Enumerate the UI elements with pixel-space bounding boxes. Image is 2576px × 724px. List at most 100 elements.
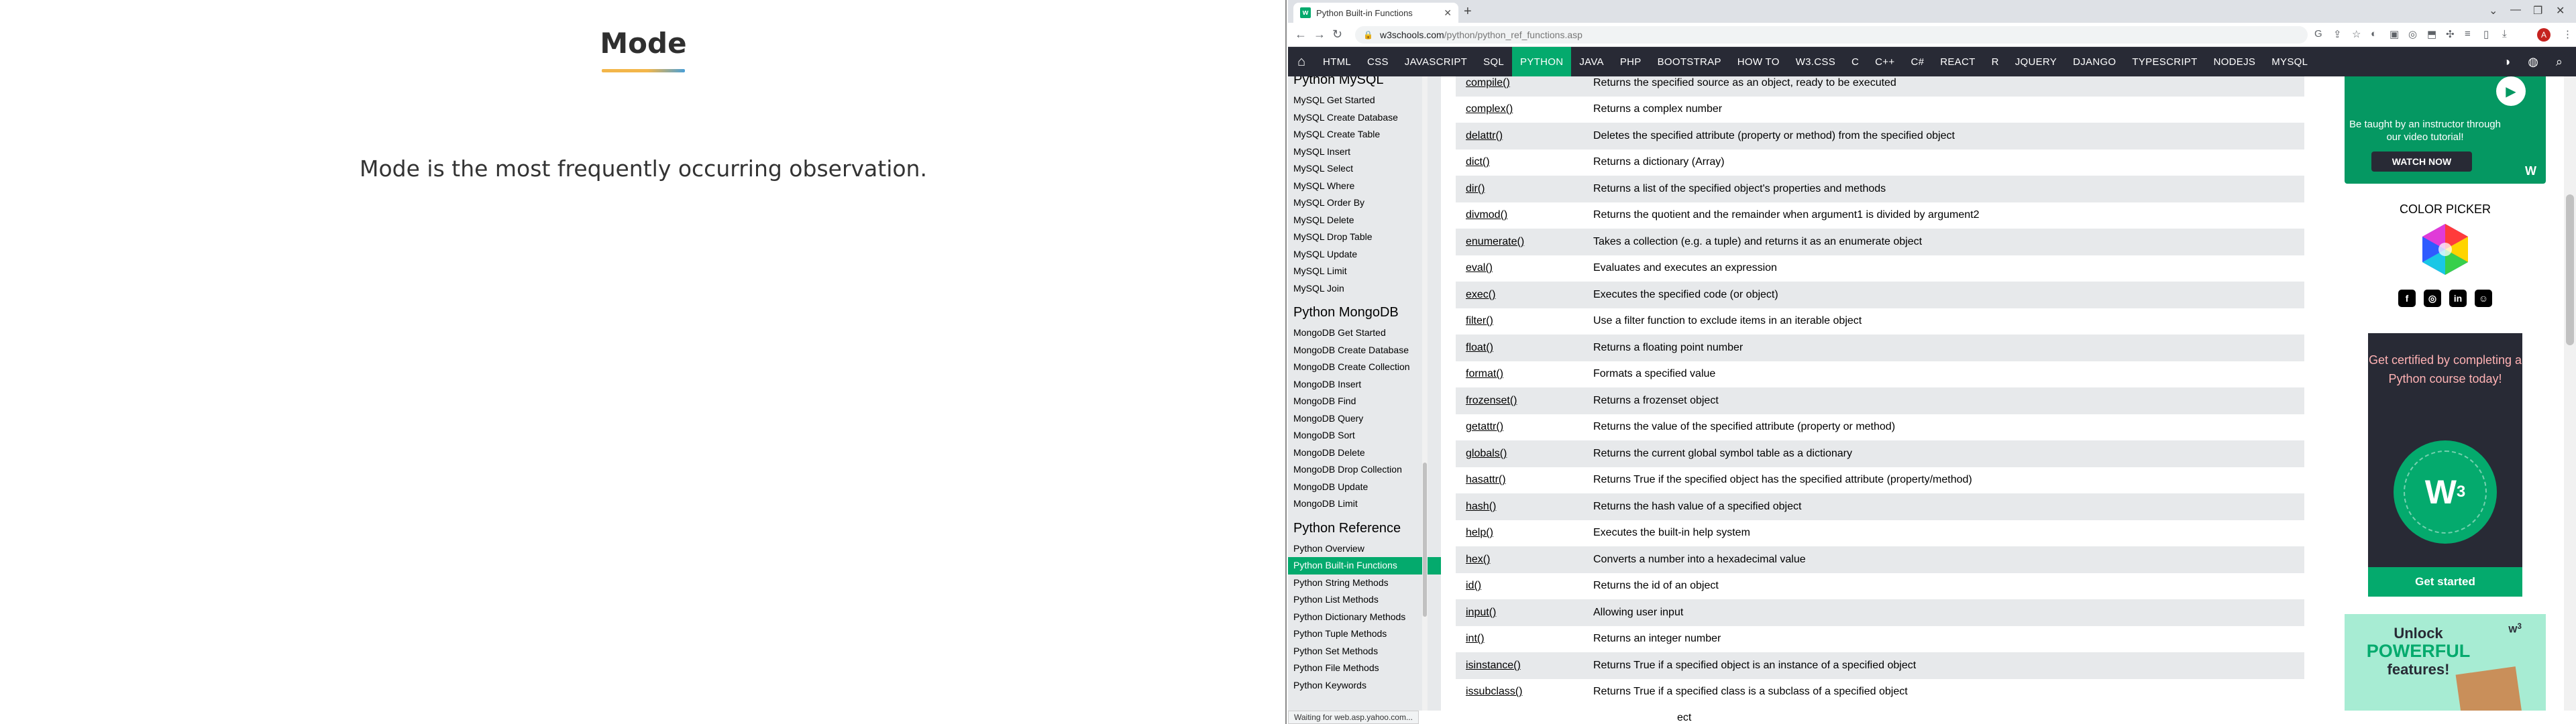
forward-icon[interactable]: →	[1313, 27, 1326, 42]
sidebar-item-mongodb-delete[interactable]: MongoDB Delete	[1288, 444, 1441, 462]
sidebar-item-python-string-methods[interactable]: Python String Methods	[1288, 575, 1441, 592]
nav-item-django[interactable]: DJANGO	[2065, 47, 2124, 76]
sidebar-item-mysql-insert[interactable]: MySQL Insert	[1288, 143, 1441, 161]
home-icon[interactable]: ⌂	[1288, 54, 1315, 70]
nav-item-sql[interactable]: SQL	[1475, 47, 1512, 76]
search-icon[interactable]: ⌕	[2556, 55, 2563, 69]
sidebar-item-python-tuple-methods[interactable]: Python Tuple Methods	[1288, 625, 1441, 643]
menu-list-icon[interactable]: ≡	[2465, 28, 2471, 40]
nav-item-php[interactable]: PHP	[1612, 47, 1650, 76]
back-icon[interactable]: ←	[1295, 27, 1307, 42]
function-link[interactable]: isinstance()	[1456, 652, 1583, 679]
sidebar-item-mongodb-create-database[interactable]: MongoDB Create Database	[1288, 342, 1441, 359]
function-link[interactable]: help()	[1456, 520, 1583, 546]
nav-item-r[interactable]: R	[1984, 47, 2007, 76]
maximize-icon[interactable]: ❐	[2533, 4, 2542, 17]
sidebar-item-mongodb-create-collection[interactable]: MongoDB Create Collection	[1288, 359, 1441, 376]
google-icon[interactable]: G	[2314, 28, 2322, 40]
function-link[interactable]: frozenset()	[1456, 387, 1583, 414]
function-link[interactable]: complex()	[1456, 96, 1583, 123]
dark-mode-icon[interactable]: ◑	[2503, 55, 2510, 69]
sidebar-item-python-set-methods[interactable]: Python Set Methods	[1288, 643, 1441, 660]
sidebar-item-mysql-create-table[interactable]: MySQL Create Table	[1288, 126, 1441, 143]
share-icon[interactable]: ⇪	[2333, 28, 2342, 40]
sidebar-item-python-file-methods[interactable]: Python File Methods	[1288, 660, 1441, 677]
nav-item-css[interactable]: CSS	[1359, 47, 1397, 76]
kebab-menu-icon[interactable]: ⋮	[2563, 28, 2573, 40]
page-scroll-thumb[interactable]	[2566, 194, 2574, 345]
function-link[interactable]: delattr()	[1456, 123, 1583, 149]
star-icon[interactable]: ☆	[2352, 28, 2361, 40]
sidebar-item-mysql-create-database[interactable]: MySQL Create Database	[1288, 109, 1441, 127]
function-link[interactable]: dict()	[1456, 149, 1583, 176]
extension-icon[interactable]: ⬒	[2427, 28, 2436, 40]
sidebar-scroll-thumb[interactable]	[1423, 463, 1427, 617]
sidebar-item-mongodb-update[interactable]: MongoDB Update	[1288, 479, 1441, 496]
function-link[interactable]: divmod()	[1456, 202, 1583, 229]
window-close-icon[interactable]: ✕	[2556, 4, 2565, 17]
unlock-features-ad[interactable]: Unlock POWERFUL features! W3	[2345, 614, 2546, 711]
color-picker-icon[interactable]	[2418, 223, 2472, 276]
nav-item-c-[interactable]: C++	[1867, 47, 1902, 76]
sidebar-item-mysql-drop-table[interactable]: MySQL Drop Table	[1288, 229, 1441, 246]
nav-item-c[interactable]: C	[1843, 47, 1867, 76]
nav-item-how-to[interactable]: HOW TO	[1729, 47, 1788, 76]
nav-item-mysql[interactable]: MYSQL	[2263, 47, 2316, 76]
function-link[interactable]: int()	[1456, 625, 1583, 652]
extension-icon[interactable]: ◐	[2371, 28, 2377, 40]
tab-close-icon[interactable]: ✕	[1444, 7, 1452, 19]
nav-item-react[interactable]: REACT	[1932, 47, 1983, 76]
sidebar-item-mongodb-drop-collection[interactable]: MongoDB Drop Collection	[1288, 461, 1441, 479]
page-scrollbar[interactable]	[2564, 76, 2576, 711]
sidepanel-icon[interactable]: ▯	[2483, 28, 2489, 40]
profile-avatar[interactable]: A	[2537, 28, 2551, 42]
function-link[interactable]: eval()	[1456, 255, 1583, 282]
new-tab-icon[interactable]: +	[1464, 4, 1472, 19]
facebook-icon[interactable]: f	[2398, 290, 2416, 307]
function-link[interactable]: id()	[1456, 572, 1583, 599]
nav-item-w3-css[interactable]: W3.CSS	[1788, 47, 1843, 76]
sidebar-item-mysql-select[interactable]: MySQL Select	[1288, 160, 1441, 178]
function-link[interactable]: input()	[1456, 599, 1583, 626]
sidebar-item-python-dictionary-methods[interactable]: Python Dictionary Methods	[1288, 609, 1441, 626]
sidebar-item-mysql-delete[interactable]: MySQL Delete	[1288, 212, 1441, 229]
nav-item-javascript[interactable]: JAVASCRIPT	[1397, 47, 1475, 76]
nav-item-nodejs[interactable]: NODEJS	[2206, 47, 2264, 76]
function-link[interactable]: hasattr()	[1456, 467, 1583, 493]
function-link[interactable]: hash()	[1456, 493, 1583, 520]
function-link[interactable]: dir()	[1456, 176, 1583, 202]
browser-tab[interactable]: w Python Built-in Functions ✕	[1293, 3, 1458, 23]
sidebar-item-mongodb-sort[interactable]: MongoDB Sort	[1288, 427, 1441, 444]
play-icon[interactable]: ▶	[2496, 76, 2526, 106]
sidebar-item-mysql-get-started[interactable]: MySQL Get Started	[1288, 92, 1441, 109]
discord-icon[interactable]: ☺	[2475, 290, 2492, 307]
linkedin-icon[interactable]: in	[2449, 290, 2467, 307]
certification-ad[interactable]: Get certified by completing a Python cou…	[2368, 333, 2522, 597]
reload-icon[interactable]: ↻	[1332, 27, 1342, 42]
function-link[interactable]: enumerate()	[1456, 229, 1583, 255]
sidebar-item-mysql-join[interactable]: MySQL Join	[1288, 280, 1441, 298]
function-link[interactable]: float()	[1456, 335, 1583, 361]
extension-icon[interactable]: ▣	[2390, 28, 2399, 40]
nav-item-bootstrap[interactable]: BOOTSTRAP	[1650, 47, 1729, 76]
minimize-icon[interactable]: —	[2510, 4, 2521, 16]
function-link[interactable]: globals()	[1456, 440, 1583, 467]
nav-item-java[interactable]: JAVA	[1571, 47, 1612, 76]
sidebar-item-python-overview[interactable]: Python Overview	[1288, 540, 1441, 558]
instagram-icon[interactable]: ◎	[2424, 290, 2441, 307]
download-icon[interactable]: ⤓	[2502, 28, 2507, 40]
sidebar-item-mysql-limit[interactable]: MySQL Limit	[1288, 263, 1441, 280]
sidebar-item-mongodb-find[interactable]: MongoDB Find	[1288, 393, 1441, 410]
function-link[interactable]: exec()	[1456, 282, 1583, 308]
nav-item-typescript[interactable]: TYPESCRIPT	[2124, 47, 2205, 76]
get-started-button[interactable]: Get started	[2368, 567, 2522, 597]
sidebar-item-mongodb-insert[interactable]: MongoDB Insert	[1288, 376, 1441, 394]
nav-item-python[interactable]: PYTHON	[1512, 47, 1572, 76]
function-link[interactable]: format()	[1456, 361, 1583, 387]
sidebar-item-mongodb-get-started[interactable]: MongoDB Get Started	[1288, 324, 1441, 342]
watch-now-button[interactable]: WATCH NOW	[2371, 152, 2472, 172]
sidebar-item-python-keywords[interactable]: Python Keywords	[1288, 677, 1441, 695]
address-bar[interactable]: 🔒 w3schools.com/python/python_ref_functi…	[1355, 26, 2308, 44]
video-tutorial-ad[interactable]: ▶ Be taught by an instructor through our…	[2345, 76, 2546, 184]
puzzle-icon[interactable]: ✣	[2446, 28, 2455, 40]
